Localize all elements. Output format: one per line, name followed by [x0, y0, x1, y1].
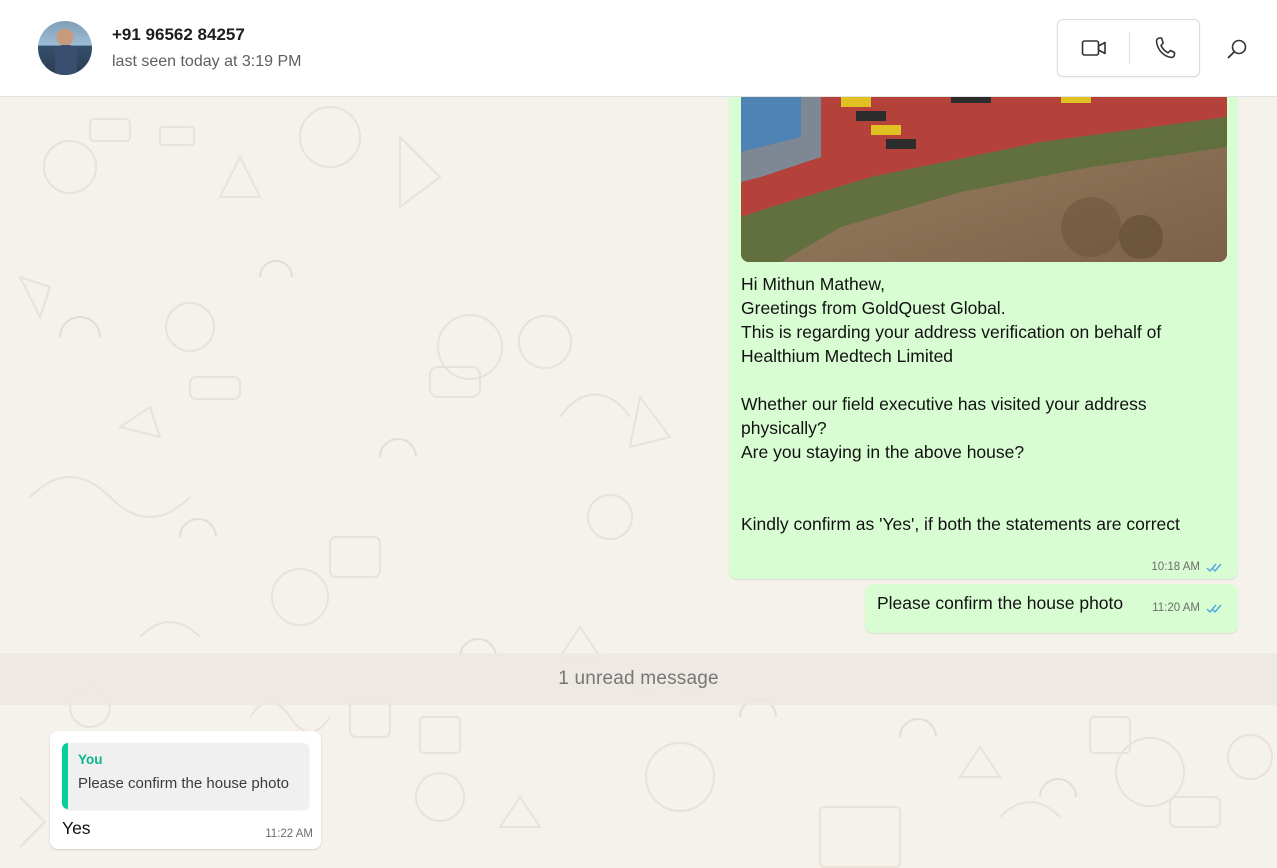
unread-label: 1 unread message	[558, 668, 719, 689]
message-time: 11:22 AM	[265, 828, 313, 840]
quote-author: You	[78, 752, 103, 767]
contact-avatar[interactable]	[38, 21, 92, 75]
message-meta: 11:22 AM	[265, 828, 313, 840]
outgoing-photo-message[interactable]: Hi Mithun Mathew, Greetings from GoldQue…	[729, 97, 1238, 579]
contact-name[interactable]: +91 96562 84257	[112, 25, 245, 45]
message-text: Yes	[62, 818, 91, 838]
double-check-icon	[1206, 604, 1222, 613]
quote-accent-bar	[62, 743, 68, 809]
phone-icon	[1155, 37, 1175, 59]
outgoing-confirm-message[interactable]: Please confirm the house photo 11:20 AM	[865, 584, 1238, 633]
message-text: Please confirm the house photo	[877, 593, 1124, 613]
message-time: 10:18 AM	[1151, 561, 1200, 573]
unread-divider: 1 unread message	[0, 653, 1277, 705]
chat-header: +91 96562 84257 last seen today at 3:19 …	[0, 0, 1277, 97]
video-camera-icon	[1081, 40, 1106, 56]
house-photo-image	[741, 97, 1227, 262]
quoted-message[interactable]: You Please confirm the house photo	[62, 743, 309, 809]
message-time: 11:20 AM	[1152, 602, 1200, 614]
call-button-group	[1057, 19, 1200, 77]
message-text: Hi Mithun Mathew, Greetings from GoldQue…	[741, 274, 1180, 534]
voice-call-button[interactable]	[1129, 20, 1200, 76]
video-call-button[interactable]	[1058, 20, 1129, 76]
last-seen-status: last seen today at 3:19 PM	[112, 53, 302, 70]
quote-text: Please confirm the house photo	[78, 775, 289, 792]
double-check-icon	[1206, 563, 1222, 572]
search-icon	[1227, 39, 1247, 59]
message-meta: 10:18 AM	[1151, 561, 1222, 573]
chat-area[interactable]: Hi Mithun Mathew, Greetings from GoldQue…	[0, 97, 1277, 868]
incoming-reply-message[interactable]: You Please confirm the house photo Yes 1…	[50, 731, 321, 849]
house-photo[interactable]	[741, 97, 1227, 262]
search-button[interactable]	[1222, 34, 1252, 64]
message-meta: 11:20 AM	[1152, 602, 1222, 614]
